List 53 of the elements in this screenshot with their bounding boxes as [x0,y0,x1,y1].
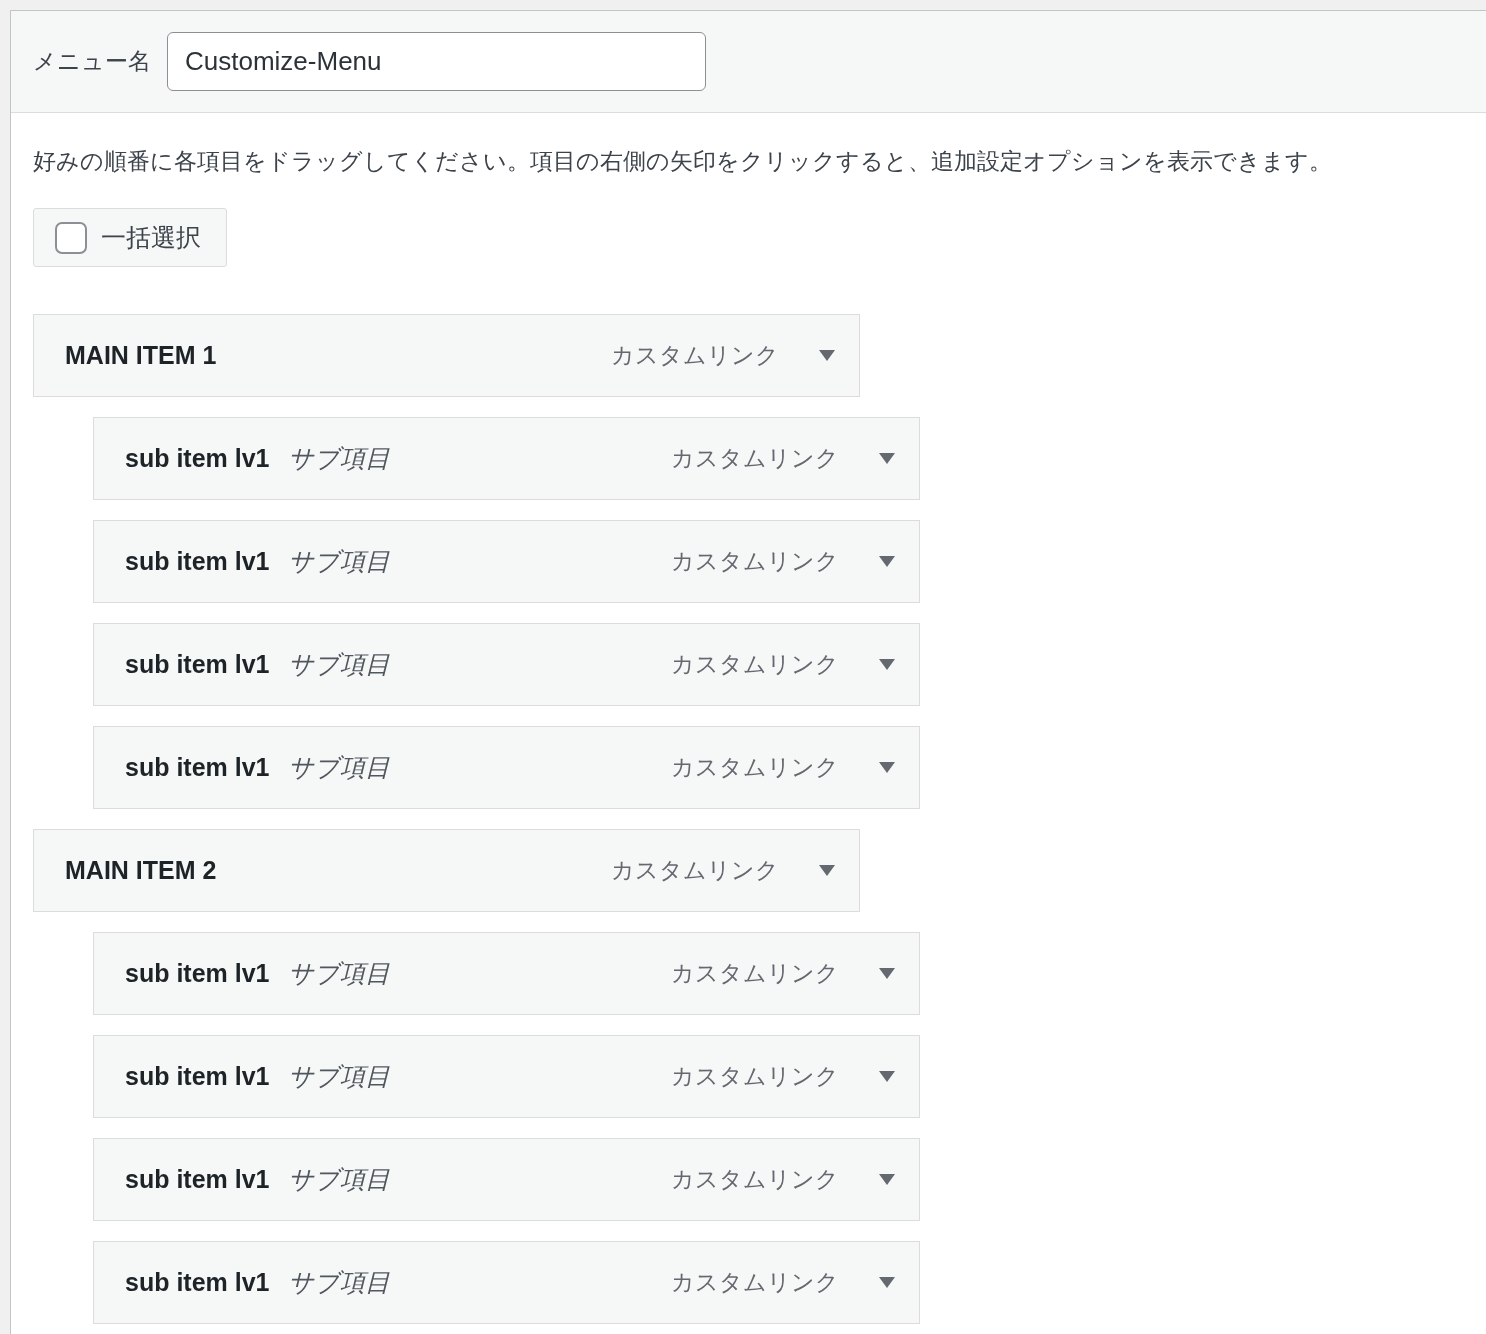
caret-icon[interactable] [819,349,835,362]
caret-icon[interactable] [879,1276,895,1289]
item-type: カスタムリンク [671,650,839,680]
item-type: カスタムリンク [671,959,839,989]
menu-item[interactable]: MAIN ITEM 2 カスタムリンク [33,829,860,912]
item-note: サブ項目 [287,957,390,989]
caret-icon[interactable] [879,1070,895,1083]
caret-icon[interactable] [879,555,895,568]
item-note: サブ項目 [287,1266,390,1298]
item-note: サブ項目 [287,442,390,474]
item-title: MAIN ITEM 2 [65,854,217,886]
input-field[interactable]: Customize-Menu [167,32,706,91]
caret-icon[interactable] [879,761,895,774]
item-note: サブ項目 [287,648,390,680]
menu-item[interactable]: sub item lv1 サブ項目 カスタムリンク [93,1138,920,1221]
item-title: MAIN ITEM 1 [65,339,217,371]
bulk-select-button[interactable]: 一括選択 [33,208,227,267]
instruction-text: 好みの順番に各項目をドラッグしてください。項目の右側の矢印をクリックすると、追加設定オプションを表示できます。 [33,147,1333,176]
item-title: sub item lv1 [125,648,270,680]
item-type: カスタムリンク [671,1062,839,1092]
field-label: メニュー名 [33,47,151,77]
menu-item[interactable]: sub item lv1 サブ項目 カスタムリンク [93,932,920,1015]
menu-item[interactable]: sub item lv1 サブ項目 カスタムリンク [93,520,920,603]
item-type: カスタムリンク [671,1165,839,1195]
item-type: カスタムリンク [611,341,779,371]
item-type: カスタムリンク [671,753,839,783]
item-note: サブ項目 [287,545,390,577]
item-note: サブ項目 [287,751,390,783]
item-type: カスタムリンク [671,547,839,577]
item-note: サブ項目 [287,1163,390,1195]
caret-icon[interactable] [819,864,835,877]
caret-icon[interactable] [879,967,895,980]
item-title: sub item lv1 [125,442,270,474]
menu-item[interactable]: sub item lv1 サブ項目 カスタムリンク [93,623,920,706]
menu-item[interactable]: sub item lv1 サブ項目 カスタムリンク [93,726,920,809]
item-title: sub item lv1 [125,1060,270,1092]
item-title: sub item lv1 [125,957,270,989]
caret-icon[interactable] [879,1173,895,1186]
item-title: sub item lv1 [125,1266,270,1298]
caret-icon[interactable] [879,452,895,465]
item-title: sub item lv1 [125,751,270,783]
menu-item[interactable]: sub item lv1 サブ項目 カスタムリンク [93,1241,920,1324]
menu-item[interactable]: sub item lv1 サブ項目 カスタムリンク [93,1035,920,1118]
checkbox[interactable] [55,221,87,254]
item-title: sub item lv1 [125,1163,270,1195]
menu-item[interactable]: sub item lv1 サブ項目 カスタムリンク [93,417,920,500]
item-note: サブ項目 [287,1060,390,1092]
item-type: カスタムリンク [671,1268,839,1298]
item-title: sub item lv1 [125,545,270,577]
menu-item[interactable]: MAIN ITEM 1 カスタムリンク [33,314,860,397]
item-type: カスタムリンク [611,856,779,886]
caret-icon[interactable] [879,658,895,671]
item-type: カスタムリンク [671,444,839,474]
